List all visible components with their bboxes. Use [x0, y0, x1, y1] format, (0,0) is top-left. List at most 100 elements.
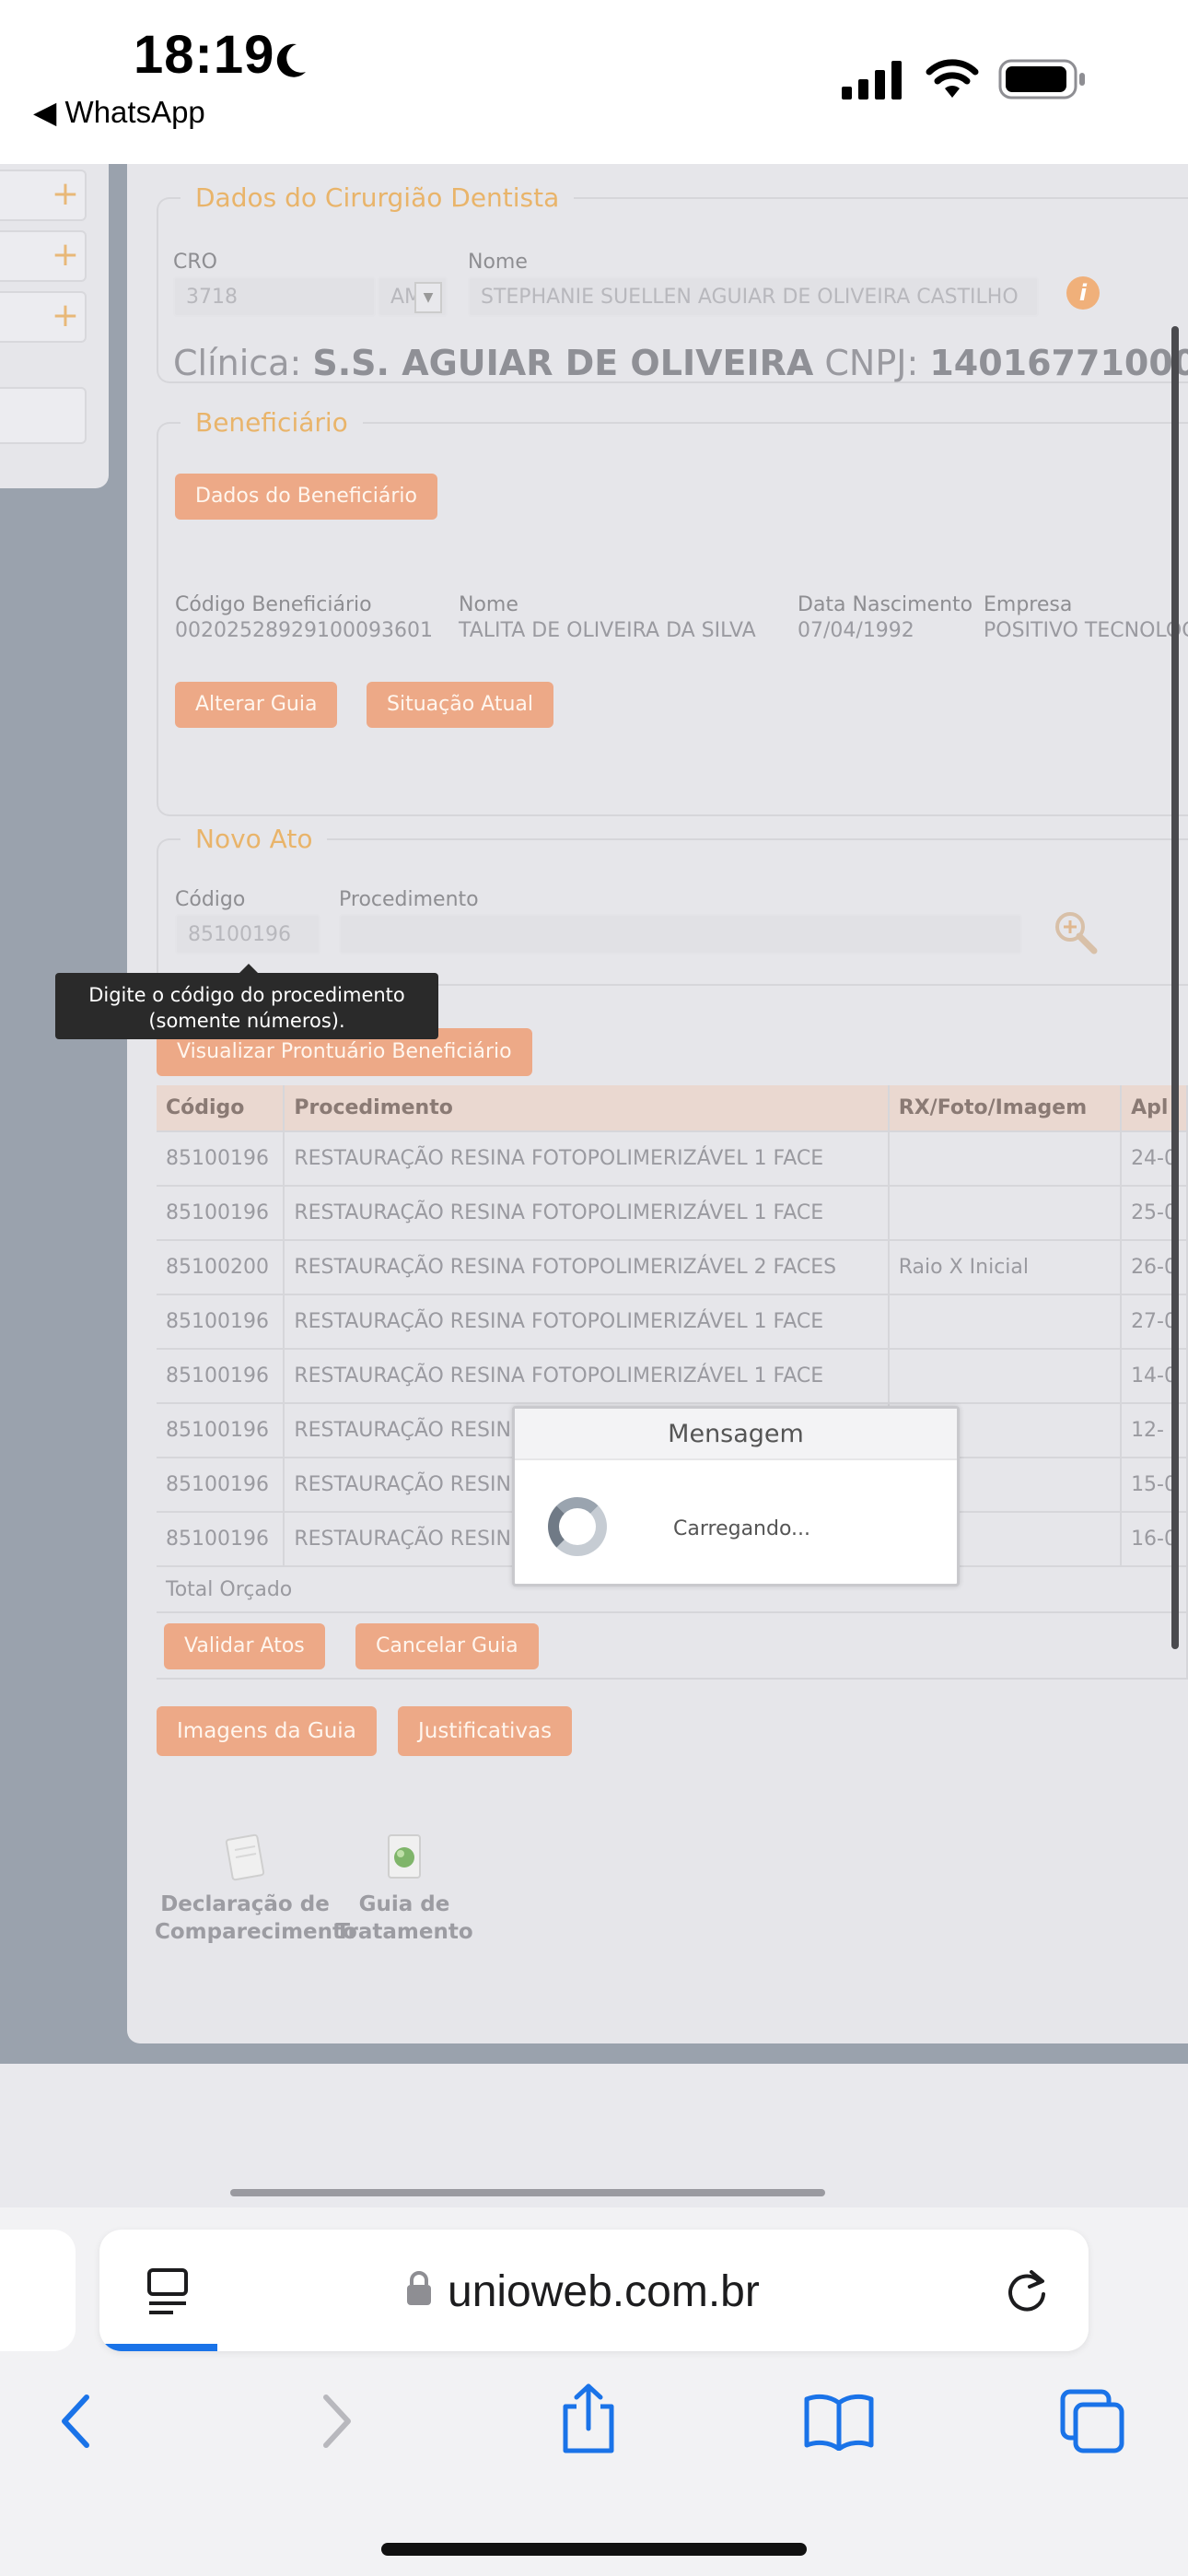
table-header-row: Código Procedimento RX/Foto/Imagem Apl [157, 1085, 1188, 1132]
back-app-label: WhatsApp [64, 95, 205, 129]
procedures-table: Código Procedimento RX/Foto/Imagem Apl 8… [157, 1085, 1188, 1680]
battery-icon [998, 59, 1085, 100]
cell-procedimento: RESTAURAÇÃO RESINA FOTOPOLIMERIZÁVEL 1 F… [284, 1186, 890, 1241]
cell-procedimento: RESTAURAÇÃO RESINA FOTOPOLIMERIZÁVEL 1 F… [284, 1131, 890, 1187]
previous-tab[interactable] [0, 2230, 76, 2351]
dentista-legend: Dados do Cirurgião Dentista [195, 182, 560, 213]
cancelar-guia-button[interactable]: Cancelar Guia [355, 1623, 539, 1669]
clinica-label: Clínica: [173, 343, 302, 383]
empresa-label: Empresa [984, 593, 1073, 616]
table-row[interactable]: 85100196 RESTAURAÇÃO RESINA FOTOPOLIMERIZ… [157, 1294, 1188, 1350]
wifi-icon [926, 59, 979, 98]
plus-icon[interactable]: + [52, 175, 79, 213]
cell-codigo: 85100196 [157, 1186, 285, 1241]
reload-icon[interactable] [1002, 2266, 1052, 2316]
declaracao-line1: Declaração de [160, 1892, 330, 1916]
info-icon[interactable]: i [1066, 276, 1100, 310]
cell-rx [888, 1131, 1123, 1187]
loading-dialog: Mensagem Carregando... [512, 1406, 960, 1587]
page-bottom-area [0, 2064, 1188, 2207]
cell-codigo: 85100196 [157, 1403, 285, 1458]
lock-icon [407, 2271, 431, 2305]
bookmarks-icon[interactable] [803, 2392, 875, 2451]
cro-input[interactable]: 3718 [173, 276, 376, 317]
dialog-title: Mensagem [515, 1409, 957, 1460]
dentista-nome-input[interactable]: STEPHANIE SUELLEN AGUIAR DE OLIVEIRA CAS… [468, 276, 1039, 317]
declaracao-comparecimento-link[interactable]: Declaração de Comparecimento [155, 1832, 357, 1946]
plus-icon[interactable]: + [52, 297, 79, 334]
zoom-search-icon[interactable] [1054, 910, 1100, 956]
cell-rx [888, 1349, 1123, 1404]
cnpj-label: CNPJ: [824, 343, 919, 383]
table-row[interactable]: 85100196 RESTAURAÇÃO RESINA FOTOPOLIMERIZ… [157, 1349, 1188, 1404]
beneficiario-nome-value: TALITA DE OLIVEIRA DA SILVA [459, 619, 756, 642]
scroll-indicator [230, 2189, 825, 2196]
validar-atos-button[interactable]: Validar Atos [164, 1623, 325, 1669]
left-panel-row[interactable] [0, 387, 87, 444]
col-codigo[interactable]: Código [157, 1085, 285, 1132]
situacao-atual-button[interactable]: Situação Atual [367, 682, 553, 728]
left-panel-row[interactable]: + [0, 291, 87, 343]
nome-label: Nome [468, 251, 528, 274]
declaracao-line2: Comparecimento [155, 1920, 357, 1944]
left-panel-row[interactable]: + [0, 170, 87, 221]
codigo-label: Código [175, 888, 246, 911]
cell-codigo: 85100196 [157, 1294, 285, 1350]
reader-icon[interactable] [146, 2266, 190, 2318]
codigo-tooltip: Digite o código do procedimento (somente… [55, 964, 438, 1039]
justificativas-button[interactable]: Justificativas [398, 1706, 573, 1756]
chevron-down-icon[interactable]: ▼ [414, 282, 442, 313]
novo-ato-section: Novo Ato [157, 824, 1188, 986]
share-icon[interactable] [558, 2383, 619, 2456]
cell-procedimento: RESTAURAÇÃO RESINA FOTOPOLIMERIZÁVEL 1 F… [284, 1294, 890, 1350]
table-row[interactable]: 85100200 RESTAURAÇÃO RESINA FOTOPOLIMERIZ… [157, 1240, 1188, 1295]
cell-rx [888, 1294, 1123, 1350]
imagens-da-guia-button[interactable]: Imagens da Guia [157, 1706, 377, 1756]
cell-procedimento: RESTAURAÇÃO RESINA FOTOPOLIMERIZÁVEL 2 F… [284, 1240, 890, 1295]
novo-ato-legend: Novo Ato [195, 824, 313, 854]
cell-rx [888, 1186, 1123, 1241]
alterar-guia-button[interactable]: Alterar Guia [175, 682, 338, 728]
load-progress [99, 2344, 217, 2351]
treatment-guide-icon [388, 1834, 421, 1879]
procedimento-input[interactable] [339, 914, 1022, 954]
dados-beneficiario-button[interactable]: Dados do Beneficiário [175, 474, 437, 520]
codigo-beneficiario-value: 00202528929100093601 [175, 619, 433, 642]
tabs-icon[interactable] [1059, 2388, 1127, 2454]
back-to-app-link[interactable]: ◀ WhatsApp [33, 94, 205, 130]
plus-icon[interactable]: + [52, 236, 79, 274]
guia-line2: Tratamento [335, 1920, 473, 1944]
col-procedimento[interactable]: Procedimento [284, 1085, 890, 1132]
table-row[interactable]: 85100196 RESTAURAÇÃO RESINA FOTOPOLIMERIZ… [157, 1131, 1188, 1187]
table-row[interactable]: 85100196 RESTAURAÇÃO RESINA FOTOPOLIMERIZ… [157, 1186, 1188, 1241]
vertical-scrollbar[interactable] [1171, 326, 1179, 1649]
clinica-line: Clínica: S.S. AGUIAR DE OLIVEIRA CNPJ: 1… [173, 343, 1188, 383]
clock: 18:19 [134, 25, 275, 85]
procedimento-label: Procedimento [339, 888, 479, 911]
moon-icon [276, 43, 306, 77]
cell-codigo: 85100200 [157, 1240, 285, 1295]
form-page: Dados do Cirurgião Dentista CRO 3718 AM ▼… [127, 164, 1188, 2043]
back-icon[interactable] [57, 2392, 94, 2451]
spinner-icon [548, 1497, 607, 1556]
guia-tratamento-link[interactable]: Guia de Tratamento [335, 1832, 473, 1946]
codigo-beneficiario-label: Código Beneficiário [175, 593, 372, 616]
cro-label: CRO [173, 251, 217, 274]
beneficiario-legend: Beneficiário [195, 407, 348, 438]
cell-codigo: 85100196 [157, 1512, 285, 1567]
document-icon [225, 1833, 265, 1881]
empresa-value: POSITIVO TECNOLOG [984, 619, 1188, 642]
cnpj-value: 1401677100018 [929, 343, 1188, 383]
cell-codigo: 85100196 [157, 1458, 285, 1513]
url-text: unioweb.com.br [448, 2267, 760, 2316]
cell-rx: Raio X Inicial [888, 1240, 1123, 1295]
home-indicator [381, 2543, 807, 2556]
address-bar[interactable]: unioweb.com.br [99, 2230, 1089, 2351]
forward-icon[interactable] [319, 2392, 355, 2451]
loading-text: Carregando... [673, 1517, 811, 1540]
beneficiario-nome-label: Nome [459, 593, 518, 616]
codigo-input[interactable]: 85100196 [175, 914, 320, 954]
col-rx[interactable]: RX/Foto/Imagem [888, 1085, 1123, 1132]
left-panel-row[interactable]: + [0, 230, 87, 282]
uf-select[interactable]: AM ▼ [378, 276, 448, 317]
